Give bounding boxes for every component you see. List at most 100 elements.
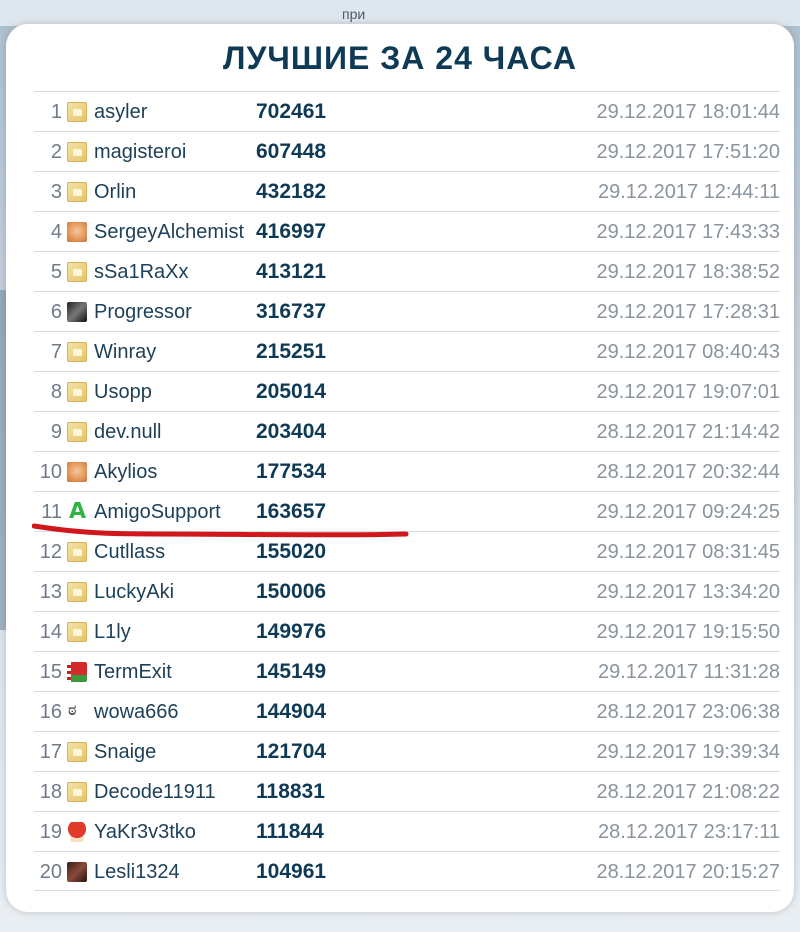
score-timestamp: 29.12.2017 12:44:11 [597,181,780,203]
player-score: 104961 [256,860,327,883]
rank-number: 7 [50,341,62,363]
player-score: 215251 [256,340,327,363]
score-timestamp: 28.12.2017 21:14:42 [596,421,780,443]
player-score: 111844 [256,820,324,843]
player-name-link[interactable]: Akylios [94,461,157,484]
avatar-icon[interactable] [67,102,87,122]
player-name-link[interactable]: sSa1RaXx [94,261,189,284]
rank-number: 3 [50,181,62,203]
player-score: 205014 [256,380,327,403]
rank-number: 14 [39,621,62,643]
player-score: 177534 [256,460,327,483]
leaderboard-row: 3 Orlin 432182 29.12.2017 12:44:11 [34,171,780,211]
leaderboard-row: 13 LuckyAki 150006 29.12.2017 13:34:20 [34,571,780,611]
avatar-icon[interactable] [67,422,87,442]
player-name-link[interactable]: dev.null [94,421,161,444]
player-score: 413121 [256,260,327,283]
leaderboard-row: 8 Usopp 205014 29.12.2017 19:07:01 [34,371,780,411]
leaderboard-row: 9 dev.null 203404 28.12.2017 21:14:42 [34,411,780,451]
player-name-link[interactable]: Usopp [94,381,152,404]
avatar-icon[interactable] [67,622,87,642]
avatar-icon[interactable] [67,862,87,882]
player-name-link[interactable]: Orlin [94,181,136,204]
leaderboard-row: 20 Lesli1324 104961 28.12.2017 20:15:27 [34,851,780,891]
avatar-icon[interactable] [67,462,87,482]
score-timestamp: 29.12.2017 08:31:45 [596,541,780,563]
avatar-icon[interactable] [67,822,87,842]
player-name-link[interactable]: Cutllass [94,541,165,564]
score-timestamp: 29.12.2017 18:38:52 [596,261,780,283]
rank-number: 19 [39,821,62,843]
player-score: 416997 [256,220,327,243]
score-timestamp: 28.12.2017 20:15:27 [596,861,780,883]
avatar-icon[interactable] [67,262,87,282]
avatar-icon[interactable] [67,582,87,602]
player-name-link[interactable]: Snaige [94,741,156,764]
player-name-link[interactable]: L1ly [94,621,131,644]
leaderboard-row: 18 Decode11911 118831 28.12.2017 21:08:22 [34,771,780,811]
score-timestamp: 29.12.2017 08:40:43 [596,341,780,363]
leaderboard-row: 10 Akylios 177534 28.12.2017 20:32:44 [34,451,780,491]
leaderboard-row: 15 TermExit 145149 29.12.2017 11:31:28 [34,651,780,691]
player-name-link[interactable]: Lesli1324 [94,861,180,884]
player-name-link[interactable]: YaKr3v3tko [94,821,196,844]
player-score: 121704 [256,740,327,763]
leaderboard-panel: ЛУЧШИЕ ЗА 24 ЧАСА 1 asyler 702461 29.12.201… [6,24,794,912]
rank-number: 18 [39,781,62,803]
avatar-icon[interactable] [67,662,87,682]
avatar-icon[interactable] [67,142,87,162]
player-name-link[interactable]: SergeyAlchemist [94,221,244,244]
face-icon: ಠ [68,702,77,719]
rank-number: 2 [50,141,62,163]
player-name-link[interactable]: Decode11911 [94,781,216,804]
rank-number: 4 [50,221,62,243]
background-top-strip [0,0,800,26]
score-timestamp: 29.12.2017 17:28:31 [596,301,780,323]
rank-number: 9 [50,421,62,443]
score-timestamp: 28.12.2017 23:06:38 [596,701,780,723]
player-score: 145149 [256,660,327,683]
player-score: 316737 [256,300,327,323]
player-name-link[interactable]: magisteroi [94,141,186,164]
rank-number: 1 [50,101,62,123]
player-score: 150006 [256,580,327,603]
leaderboard-row: 5 sSa1RaXx 413121 29.12.2017 18:38:52 [34,251,780,291]
leaderboard-row: 2 magisteroi 607448 29.12.2017 17:51:20 [34,131,780,171]
rank-number: 10 [39,461,62,483]
leaderboard-table: 1 asyler 702461 29.12.2017 18:01:44 2 magiste… [34,91,780,891]
rank-number: 13 [39,581,62,603]
player-name-link[interactable]: Winray [94,341,156,364]
score-timestamp: 29.12.2017 17:43:33 [596,221,780,243]
player-score: 149976 [256,620,327,643]
avatar-icon[interactable] [67,382,87,402]
leaderboard-row: 16 ಠ wowa666 144904 28.12.2017 23:06:38 [34,691,780,731]
avatar-icon[interactable]: ಠ [67,702,87,722]
leaderboard-row: 7 Winray 215251 29.12.2017 08:40:43 [34,331,780,371]
rank-number: 8 [50,381,62,403]
rank-number: 12 [39,541,62,563]
player-name-link[interactable]: TermExit [94,661,172,684]
leaderboard-row: 14 L1ly 149976 29.12.2017 19:15:50 [34,611,780,651]
leaderboard-row: 6 Progressor 316737 29.12.2017 17:28:31 [34,291,780,331]
score-timestamp: 29.12.2017 11:31:28 [597,661,780,683]
score-timestamp: 29.12.2017 18:01:44 [596,101,780,123]
rank-number: 15 [39,661,62,683]
avatar-icon[interactable] [67,342,87,362]
avatar-icon[interactable] [67,222,87,242]
avatar-icon[interactable] [67,542,87,562]
avatar-icon[interactable] [67,182,87,202]
leaderboard-title: ЛУЧШИЕ ЗА 24 ЧАСА [223,40,577,76]
score-timestamp: 29.12.2017 19:07:01 [596,381,780,403]
player-score: 607448 [256,140,327,163]
rank-number: 5 [50,261,62,283]
player-name-link[interactable]: asyler [94,101,147,124]
player-name-link[interactable]: wowa666 [94,701,179,724]
leaderboard-row: 4 SergeyAlchemist 416997 29.12.2017 17:43:3… [34,211,780,251]
avatar-icon[interactable] [67,782,87,802]
leaderboard-row: 17 Snaige 121704 29.12.2017 19:39:34 [34,731,780,771]
score-timestamp: 29.12.2017 09:24:25 [596,501,780,523]
avatar-icon[interactable] [67,302,87,322]
player-name-link[interactable]: Progressor [94,301,192,324]
player-name-link[interactable]: LuckyAki [94,581,174,604]
avatar-icon[interactable] [67,742,87,762]
